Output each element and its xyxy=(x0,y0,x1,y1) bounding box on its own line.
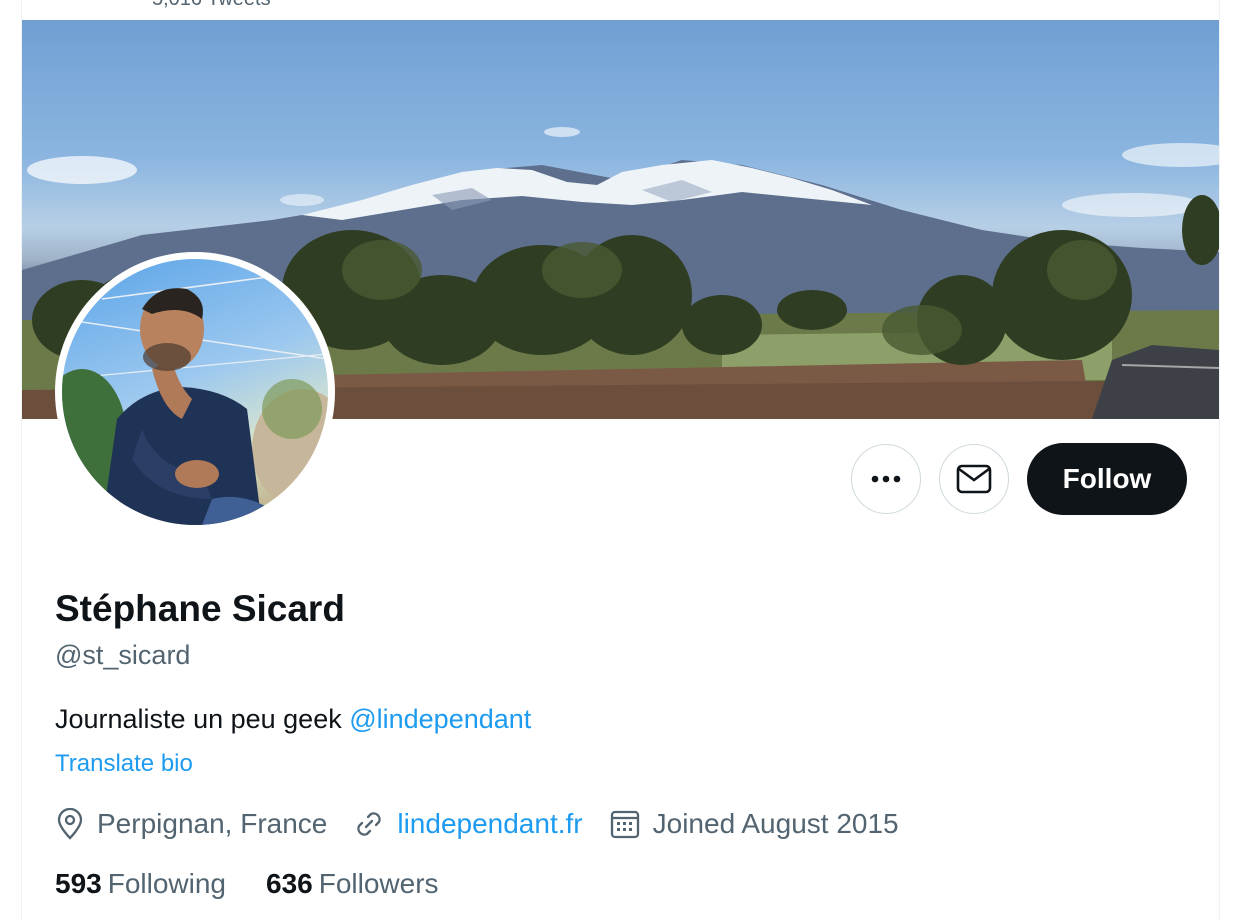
header-strip: 5,016 Tweets xyxy=(22,0,1219,20)
more-button[interactable] xyxy=(851,444,921,514)
website-item: lindependant.fr xyxy=(353,808,583,840)
location-item: Perpignan, France xyxy=(55,808,327,840)
profile-avatar[interactable] xyxy=(55,252,335,532)
joined-item: Joined August 2015 xyxy=(609,808,899,840)
profile-column: 5,016 Tweets xyxy=(21,0,1220,920)
follow-counts: 593 Following 636 Followers xyxy=(55,868,479,900)
following-count: 593 xyxy=(55,868,102,899)
display-name: Stéphane Sicard xyxy=(55,588,345,629)
bio-text: Journaliste un peu geek xyxy=(55,704,350,734)
location-pin-icon xyxy=(57,808,83,840)
link-icon xyxy=(357,812,382,836)
message-button[interactable] xyxy=(939,444,1009,514)
tweets-count: 5,016 Tweets xyxy=(152,0,271,11)
avatar-photo xyxy=(62,259,328,525)
translate-bio-link[interactable]: Translate bio xyxy=(55,750,193,778)
bio-mention-link[interactable]: @lindependant xyxy=(349,704,531,734)
following-label: Following xyxy=(107,868,226,899)
profile-meta: Perpignan, France lindependant.fr Joined… xyxy=(55,804,925,844)
joined-text: Joined August 2015 xyxy=(652,808,899,839)
website-link[interactable]: lindependant.fr xyxy=(397,808,582,840)
bio: Journaliste un peu geek @lindependant xyxy=(55,704,531,735)
followers-link[interactable]: 636 Followers xyxy=(266,868,439,900)
envelope-icon xyxy=(956,464,992,494)
user-handle: @st_sicard xyxy=(55,640,191,670)
follow-button[interactable]: Follow xyxy=(1027,443,1187,515)
more-horizontal-icon xyxy=(871,475,901,483)
followers-count: 636 xyxy=(266,868,313,899)
calendar-icon xyxy=(610,810,639,839)
followers-label: Followers xyxy=(318,868,439,899)
following-link[interactable]: 593 Following xyxy=(55,868,226,900)
location-text: Perpignan, France xyxy=(97,808,328,839)
